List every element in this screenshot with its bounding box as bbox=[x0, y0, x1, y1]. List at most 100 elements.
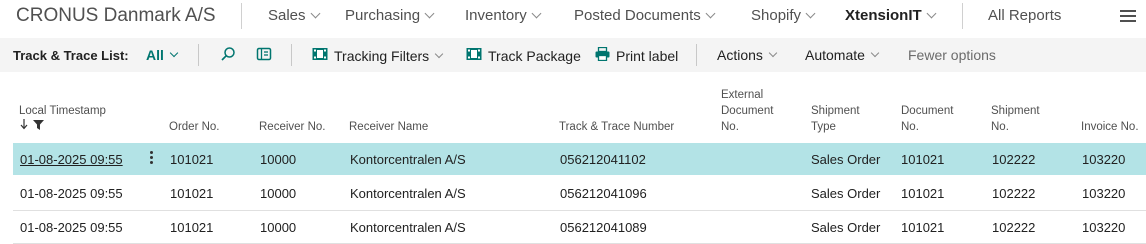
sort-filter-indicator[interactable] bbox=[20, 119, 44, 130]
column-header-local-timestamp[interactable]: Local Timestamp bbox=[19, 103, 106, 119]
nav-item-posted-documents[interactable]: Posted Documents bbox=[574, 7, 716, 24]
view-filter-label: All bbox=[146, 47, 164, 63]
cell-local-timestamp[interactable]: 01-08-2025 09:55 bbox=[20, 186, 123, 201]
nav-item-label: XtensionIT bbox=[845, 7, 922, 24]
printer-icon bbox=[595, 46, 610, 64]
cell-track-trace-number[interactable]: 056212041096 bbox=[560, 186, 647, 201]
chevron-down-icon bbox=[805, 8, 816, 19]
cell-shipment-no[interactable]: 102222 bbox=[992, 220, 1035, 235]
cell-invoice-no[interactable]: 103220 bbox=[1082, 186, 1125, 201]
sort-descending-icon bbox=[20, 119, 28, 130]
action-divider bbox=[198, 44, 199, 66]
column-header-shipment-no[interactable]: Shipment No. bbox=[991, 103, 1040, 135]
top-navigation: CRONUS Danmark A/S Sales Purchasing Inve… bbox=[0, 0, 1146, 33]
header-line: No. bbox=[991, 121, 1009, 133]
column-header-track-trace-number[interactable]: Track & Trace Number bbox=[559, 119, 674, 135]
column-header-receiver-no[interactable]: Receiver No. bbox=[259, 119, 325, 135]
chevron-down-icon bbox=[926, 8, 937, 19]
cell-order-no[interactable]: 101021 bbox=[170, 186, 213, 201]
nav-item-purchasing[interactable]: Purchasing bbox=[345, 7, 435, 24]
cell-shipment-no[interactable]: 102222 bbox=[992, 152, 1035, 167]
nav-item-inventory[interactable]: Inventory bbox=[465, 7, 542, 24]
fewer-options-button[interactable]: Fewer options bbox=[908, 47, 996, 63]
chevron-down-icon bbox=[705, 8, 716, 19]
chevron-down-icon bbox=[169, 48, 179, 58]
nav-item-sales[interactable]: Sales bbox=[268, 7, 320, 24]
actions-menu-label: Actions bbox=[717, 47, 763, 63]
table-row[interactable]: 01-08-2025 09:55 101021 10000 Kontorcent… bbox=[13, 143, 1146, 175]
action-divider bbox=[696, 44, 697, 66]
cell-invoice-no[interactable]: 103220 bbox=[1082, 152, 1125, 167]
chevron-down-icon bbox=[768, 48, 778, 58]
nav-item-all-reports[interactable]: All Reports bbox=[988, 7, 1061, 24]
header-line: Document bbox=[901, 105, 954, 117]
cell-track-trace-number[interactable]: 056212041102 bbox=[560, 152, 646, 167]
column-header-invoice-no[interactable]: Invoice No. bbox=[1081, 119, 1139, 135]
actions-menu[interactable]: Actions bbox=[717, 47, 778, 63]
nav-item-xtensionit[interactable]: XtensionIT bbox=[845, 7, 937, 24]
chevron-down-icon bbox=[870, 48, 880, 58]
cell-invoice-no[interactable]: 103220 bbox=[1082, 220, 1125, 235]
chevron-down-icon bbox=[531, 8, 542, 19]
cell-shipment-type[interactable]: Sales Order bbox=[811, 220, 880, 235]
cell-shipment-no[interactable]: 102222 bbox=[992, 186, 1035, 201]
cell-receiver-no[interactable]: 10000 bbox=[260, 152, 296, 167]
column-header-shipment-type[interactable]: Shipment Type bbox=[811, 103, 860, 135]
action-divider bbox=[291, 44, 292, 66]
cell-receiver-no[interactable]: 10000 bbox=[260, 186, 296, 201]
cell-shipment-type[interactable]: Sales Order bbox=[811, 152, 880, 167]
chevron-down-icon bbox=[424, 8, 435, 19]
cell-order-no[interactable]: 101021 bbox=[170, 152, 213, 167]
automate-menu-label: Automate bbox=[805, 47, 865, 63]
column-filter-icon bbox=[33, 119, 44, 130]
action-bar: Track & Trace List: All Tracking Filters… bbox=[0, 38, 1146, 72]
cell-receiver-name[interactable]: Kontorcentralen A/S bbox=[350, 152, 466, 167]
company-name[interactable]: CRONUS Danmark A/S bbox=[16, 5, 216, 27]
track-package-icon bbox=[466, 47, 482, 64]
header-line: Type bbox=[811, 121, 836, 133]
cell-local-timestamp[interactable]: 01-08-2025 09:55 bbox=[20, 152, 123, 167]
nav-item-shopify[interactable]: Shopify bbox=[751, 7, 816, 24]
nav-item-label: Sales bbox=[268, 7, 306, 24]
cell-document-no[interactable]: 101021 bbox=[901, 186, 944, 201]
filter-pane-icon[interactable] bbox=[256, 46, 272, 62]
header-line: Shipment bbox=[991, 105, 1040, 117]
header-line: External bbox=[721, 89, 764, 101]
cell-local-timestamp[interactable]: 01-08-2025 09:55 bbox=[20, 220, 123, 235]
cell-order-no[interactable]: 101021 bbox=[170, 220, 213, 235]
header-line: No. bbox=[721, 121, 739, 133]
column-header-external-document-no[interactable]: External Document No. bbox=[721, 87, 773, 135]
header-line: No. bbox=[901, 121, 919, 133]
tracking-filters-icon bbox=[312, 47, 328, 64]
cell-receiver-name[interactable]: Kontorcentralen A/S bbox=[350, 220, 466, 235]
column-header-receiver-name[interactable]: Receiver Name bbox=[349, 119, 428, 135]
nav-item-label: Inventory bbox=[465, 7, 527, 24]
automate-menu[interactable]: Automate bbox=[805, 47, 880, 63]
cell-receiver-name[interactable]: Kontorcentralen A/S bbox=[350, 186, 466, 201]
track-package-label: Track Package bbox=[488, 47, 581, 64]
more-options-icon[interactable] bbox=[150, 151, 154, 167]
page-title: Track & Trace List: bbox=[13, 48, 129, 63]
cell-receiver-no[interactable]: 10000 bbox=[260, 220, 296, 235]
table-row[interactable]: 01-08-2025 09:55 101021 10000 Kontorcent… bbox=[13, 211, 1146, 243]
cell-track-trace-number[interactable]: 056212041089 bbox=[560, 220, 647, 235]
hamburger-icon[interactable] bbox=[1120, 10, 1136, 22]
tracking-filters-label: Tracking Filters bbox=[334, 47, 430, 64]
cell-document-no[interactable]: 101021 bbox=[901, 152, 944, 167]
track-package-button[interactable]: Track Package bbox=[466, 47, 581, 64]
print-label-button[interactable]: Print label bbox=[595, 46, 679, 64]
tracking-filters-button[interactable]: Tracking Filters bbox=[312, 47, 444, 64]
nav-item-label: Shopify bbox=[751, 7, 802, 24]
nav-item-label: Purchasing bbox=[345, 7, 421, 24]
print-label-label: Print label bbox=[616, 47, 679, 64]
cell-shipment-type[interactable]: Sales Order bbox=[811, 186, 880, 201]
chevron-down-icon bbox=[310, 8, 320, 19]
chevron-down-icon bbox=[434, 49, 444, 58]
cell-document-no[interactable]: 101021 bbox=[901, 220, 944, 235]
column-header-document-no[interactable]: Document No. bbox=[901, 103, 953, 135]
header-line: Shipment bbox=[811, 105, 860, 117]
search-icon[interactable] bbox=[220, 46, 236, 62]
column-header-order-no[interactable]: Order No. bbox=[169, 119, 220, 135]
table-row[interactable]: 01-08-2025 09:55 101021 10000 Kontorcent… bbox=[13, 177, 1146, 209]
view-filter-dropdown[interactable]: All bbox=[146, 47, 179, 63]
